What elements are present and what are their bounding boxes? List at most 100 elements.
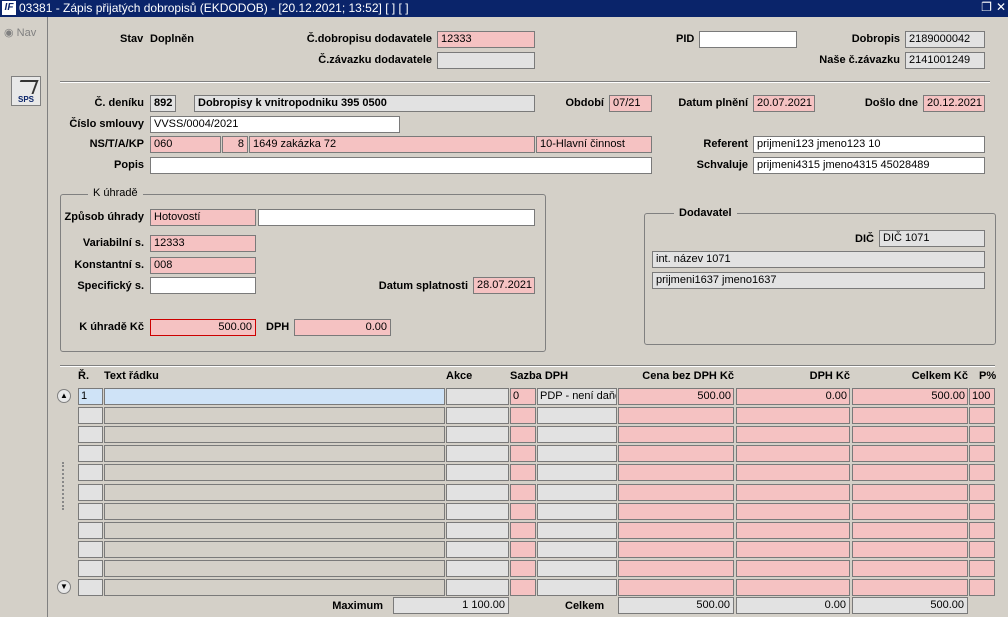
cell-dph[interactable]	[736, 445, 850, 462]
cell-cena[interactable]: 500.00	[618, 388, 734, 405]
cell-akce[interactable]	[446, 445, 509, 462]
cell-cena[interactable]	[618, 426, 734, 443]
cinnost-field[interactable]: 10-Hlavní činnost	[536, 136, 652, 153]
zakazka-field[interactable]: 1649 zakázka 72	[249, 136, 535, 153]
cell-sazba[interactable]	[510, 426, 536, 443]
cell-text[interactable]	[104, 445, 445, 462]
cell-sazba[interactable]	[510, 503, 536, 520]
cell-pct[interactable]	[969, 445, 995, 462]
cell-sazba-text[interactable]	[537, 560, 617, 577]
cell-sazba-text[interactable]	[537, 426, 617, 443]
scroll-down-icon[interactable]: ▼	[57, 580, 71, 594]
splatnost-field[interactable]: 28.07.2021	[473, 277, 535, 294]
dph-field[interactable]: 0.00	[294, 319, 391, 336]
cell-cena[interactable]	[618, 484, 734, 501]
cell-dph[interactable]	[736, 560, 850, 577]
cell-r[interactable]	[78, 503, 103, 520]
cell-dph[interactable]: 0.00	[736, 388, 850, 405]
cell-cena[interactable]	[618, 503, 734, 520]
cell-akce[interactable]	[446, 426, 509, 443]
cell-akce[interactable]	[446, 464, 509, 481]
cell-sazba-text[interactable]	[537, 445, 617, 462]
cell-text[interactable]	[104, 464, 445, 481]
cell-sazba-text[interactable]	[537, 464, 617, 481]
cell-r[interactable]: 1	[78, 388, 103, 405]
cell-pct[interactable]	[969, 541, 995, 558]
cell-text[interactable]	[104, 407, 445, 424]
cell-sazba-text[interactable]	[537, 541, 617, 558]
cell-celkem[interactable]	[852, 426, 968, 443]
cell-celkem[interactable]: 500.00	[852, 388, 968, 405]
sps-icon[interactable]: SPS	[11, 76, 41, 106]
cell-akce[interactable]	[446, 560, 509, 577]
close-icon[interactable]: ✕	[996, 0, 1006, 14]
cell-celkem[interactable]	[852, 484, 968, 501]
cell-text[interactable]	[104, 541, 445, 558]
cell-celkem[interactable]	[852, 541, 968, 558]
cell-sazba[interactable]	[510, 522, 536, 539]
nav-toggle[interactable]: ◉ Nav	[4, 26, 36, 39]
cell-dph[interactable]	[736, 464, 850, 481]
cell-akce[interactable]	[446, 388, 509, 405]
obdobi-field[interactable]: 07/21	[609, 95, 652, 112]
cell-cena[interactable]	[618, 464, 734, 481]
cell-sazba-text[interactable]	[537, 579, 617, 596]
cell-celkem[interactable]	[852, 522, 968, 539]
cell-dph[interactable]	[736, 426, 850, 443]
cell-cena[interactable]	[618, 522, 734, 539]
cell-pct[interactable]	[969, 503, 995, 520]
datum-plneni-field[interactable]: 20.07.2021	[753, 95, 815, 112]
cell-text[interactable]	[104, 579, 445, 596]
cell-sazba-text[interactable]	[537, 503, 617, 520]
cell-text[interactable]	[104, 484, 445, 501]
c-deniku-field[interactable]: 892	[150, 95, 176, 112]
cell-text[interactable]	[104, 426, 445, 443]
cell-dph[interactable]	[736, 522, 850, 539]
cell-sazba[interactable]	[510, 579, 536, 596]
cell-sazba[interactable]	[510, 560, 536, 577]
cell-sazba-text[interactable]	[537, 522, 617, 539]
cell-celkem[interactable]	[852, 407, 968, 424]
cell-celkem[interactable]	[852, 560, 968, 577]
vs-field[interactable]: 12333	[150, 235, 256, 252]
cell-sazba[interactable]	[510, 541, 536, 558]
cell-akce[interactable]	[446, 407, 509, 424]
cell-text[interactable]	[104, 522, 445, 539]
cell-cena[interactable]	[618, 579, 734, 596]
cell-dph[interactable]	[736, 484, 850, 501]
cell-sazba[interactable]	[510, 464, 536, 481]
cell-akce[interactable]	[446, 484, 509, 501]
cell-r[interactable]	[78, 445, 103, 462]
cell-r[interactable]	[78, 522, 103, 539]
cell-cena[interactable]	[618, 560, 734, 577]
cell-pct[interactable]	[969, 484, 995, 501]
cell-akce[interactable]	[446, 503, 509, 520]
cell-r[interactable]	[78, 426, 103, 443]
cell-pct[interactable]	[969, 464, 995, 481]
cell-r[interactable]	[78, 464, 103, 481]
cell-celkem[interactable]	[852, 503, 968, 520]
cell-sazba[interactable]: 0	[510, 388, 536, 405]
cell-sazba-text[interactable]: PDP - není daňo	[537, 388, 617, 405]
cell-cena[interactable]	[618, 541, 734, 558]
cell-pct[interactable]	[969, 579, 995, 596]
cell-r[interactable]	[78, 407, 103, 424]
ks-field[interactable]: 008	[150, 257, 256, 274]
popis-field[interactable]	[150, 157, 652, 174]
typ-field[interactable]: 8	[222, 136, 248, 153]
smlouva-field[interactable]: VVSS/0004/2021	[150, 116, 400, 133]
ss-field[interactable]	[150, 277, 256, 294]
schvaluje-field[interactable]: prijmeni4315 jmeno4315 45028489	[753, 157, 985, 174]
cell-r[interactable]	[78, 560, 103, 577]
c-zavazku-field[interactable]	[437, 52, 535, 69]
c-dobropisu-field[interactable]: 12333	[437, 31, 535, 48]
cell-dph[interactable]	[736, 503, 850, 520]
restore-icon[interactable]: ❐	[981, 0, 992, 14]
cell-pct[interactable]	[969, 407, 995, 424]
cell-celkem[interactable]	[852, 579, 968, 596]
zpusob-field[interactable]: Hotovostí	[150, 209, 256, 226]
cell-sazba[interactable]	[510, 484, 536, 501]
cell-dph[interactable]	[736, 407, 850, 424]
cell-pct[interactable]	[969, 522, 995, 539]
doslo-field[interactable]: 20.12.2021	[923, 95, 985, 112]
